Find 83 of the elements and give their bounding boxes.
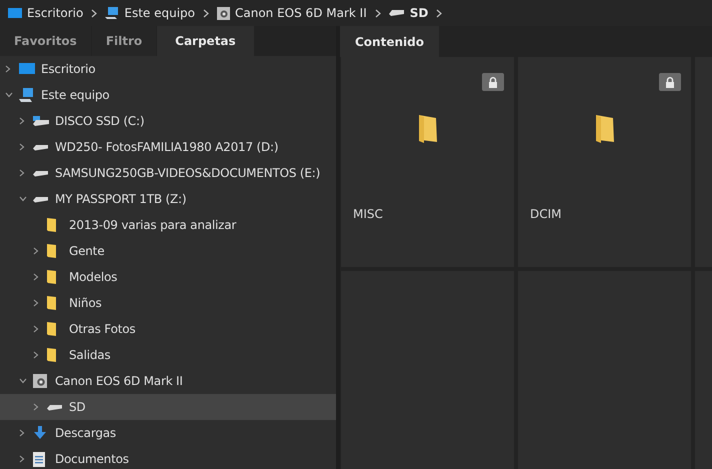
tree-item-label: WD250- FotosFAMILIA1980 A2017 (D:) (55, 140, 278, 154)
camera-icon (33, 374, 47, 388)
tree-row[interactable]: Modelos (0, 264, 336, 290)
tree-item-label: Niños (69, 296, 102, 310)
breadcrumb-item[interactable]: SD (410, 6, 428, 20)
chevron-right-icon[interactable] (33, 325, 39, 333)
folder-icon (47, 270, 56, 284)
camera-icon (217, 6, 230, 20)
folder-tile[interactable]: MISC (341, 57, 514, 267)
chevron-down-icon[interactable] (5, 92, 13, 98)
folder-tile[interactable]: DCIM (518, 57, 691, 267)
computer-icon (19, 87, 35, 103)
chevron-right-icon[interactable] (19, 455, 25, 463)
tree-item-label: Escritorio (41, 62, 96, 76)
tree-item-label: Este equipo (41, 88, 110, 102)
folder-name: MISC (353, 207, 383, 221)
document-icon (33, 452, 45, 466)
monitor-icon (8, 8, 22, 18)
folder-icon (47, 244, 56, 258)
tree-item-label: Documentos (55, 452, 129, 466)
breadcrumb-item[interactable]: Escritorio (27, 6, 84, 20)
folder-icon (47, 296, 56, 310)
tree-row[interactable]: MY PASSPORT 1TB (Z:) (0, 186, 336, 212)
chevron-right-icon[interactable] (19, 143, 25, 151)
chevron-right-icon[interactable] (91, 8, 98, 18)
chevron-down-icon[interactable] (19, 378, 27, 384)
folder-icon (47, 218, 56, 232)
chevron-right-icon[interactable] (33, 299, 39, 307)
chevron-right-icon[interactable] (33, 403, 39, 411)
tree-row[interactable]: Canon EOS 6D Mark II (0, 368, 336, 394)
chevron-right-icon[interactable] (33, 247, 39, 255)
folder-icon (419, 115, 437, 143)
tree-item-label: Otras Fotos (69, 322, 136, 336)
drive-icon (33, 115, 49, 127)
chevron-right-icon[interactable] (19, 117, 25, 125)
chevron-right-icon[interactable] (436, 8, 442, 18)
drive-icon (47, 404, 63, 410)
tree-item-label: Modelos (69, 270, 118, 284)
chevron-right-icon[interactable] (19, 429, 25, 437)
folder-name: DCIM (530, 207, 562, 221)
chevron-down-icon[interactable] (19, 196, 27, 202)
tree-row[interactable]: Documentos (0, 446, 336, 469)
drive-icon (33, 196, 49, 202)
drive-icon (33, 170, 49, 176)
tree-row[interactable]: Este equipo (0, 82, 336, 108)
tree-row[interactable]: Salidas (0, 342, 336, 368)
chevron-right-icon[interactable] (5, 65, 11, 73)
tree-item-label: SAMSUNG250GB-VIDEOS&DOCUMENTOS (E:) (55, 166, 320, 180)
tree-row[interactable]: DISCO SSD (C:) (0, 108, 336, 134)
folder-icon (47, 348, 56, 362)
monitor-icon (19, 63, 35, 75)
tree-row[interactable]: Descargas (0, 420, 336, 446)
folder-icon (47, 322, 56, 336)
tree-item-label: Gente (69, 244, 104, 258)
tree-item-label: Descargas (55, 426, 116, 440)
chevron-right-icon[interactable] (374, 8, 381, 18)
tree-item-label: SD (69, 400, 86, 414)
tree-row[interactable]: Gente (0, 238, 336, 264)
tree-item-label: Canon EOS 6D Mark II (55, 374, 183, 388)
download-icon (33, 426, 47, 440)
tree-row[interactable]: 2013-09 varias para analizar (0, 212, 336, 238)
tree-row[interactable]: SAMSUNG250GB-VIDEOS&DOCUMENTOS (E:) (0, 160, 336, 186)
tree-row[interactable]: WD250- FotosFAMILIA1980 A2017 (D:) (0, 134, 336, 160)
tree-row[interactable]: Escritorio (0, 56, 336, 82)
tree-item-label: MY PASSPORT 1TB (Z:) (55, 192, 186, 206)
tree-row[interactable]: Niños (0, 290, 336, 316)
tree-item-label: Salidas (69, 348, 110, 362)
panel-tab[interactable]: Carpetas (157, 26, 254, 56)
tree-row[interactable]: SD (0, 394, 336, 420)
tree-item-label: 2013-09 varias para analizar (69, 218, 236, 232)
chevron-right-icon[interactable] (33, 351, 39, 359)
breadcrumb-item[interactable]: Canon EOS 6D Mark II (235, 6, 367, 20)
computer-icon (105, 6, 120, 20)
tree-row[interactable]: Otras Fotos (0, 316, 336, 342)
drive-icon (388, 9, 405, 17)
chevron-right-icon[interactable] (19, 169, 25, 177)
drive-icon (33, 144, 49, 150)
chevron-right-icon[interactable] (203, 8, 209, 18)
tree-item-label: DISCO SSD (C:) (55, 114, 144, 128)
folder-icon (596, 115, 614, 143)
chevron-right-icon[interactable] (33, 273, 39, 281)
panel-tab[interactable]: Contenido (340, 26, 439, 57)
breadcrumb-item[interactable]: Este equipo (124, 6, 195, 20)
